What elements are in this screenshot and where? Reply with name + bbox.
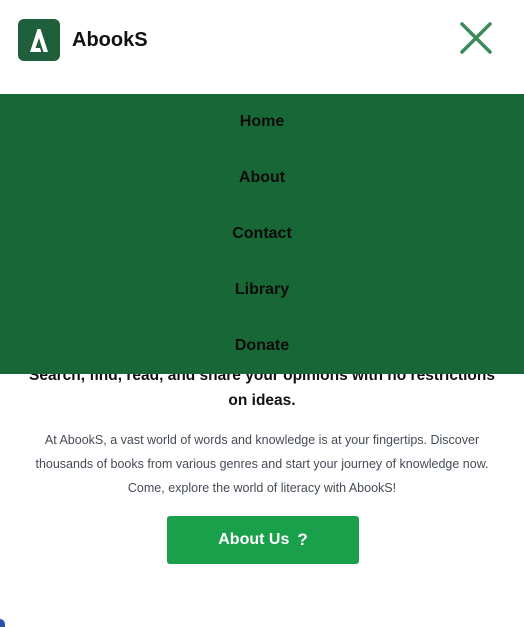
about-us-button-label: About Us: [218, 531, 290, 548]
nav-item-contact[interactable]: Contact: [0, 206, 524, 262]
hero-headline-line-2: on ideas.: [228, 392, 296, 409]
nav-item-donate[interactable]: Donate: [0, 318, 524, 374]
nav-item-home[interactable]: Home: [0, 94, 524, 150]
about-us-button[interactable]: About Us ?: [167, 516, 359, 564]
site-header: AbookS: [0, 0, 524, 94]
corner-accent: [0, 619, 5, 627]
hero-description: At AbookS, a vast world of words and kno…: [35, 433, 489, 495]
close-icon: [460, 22, 492, 54]
nav-item-library[interactable]: Library: [0, 262, 524, 318]
question-icon: ?: [297, 530, 308, 549]
mobile-nav-menu: Home About Contact Library Donate: [0, 94, 524, 374]
close-menu-button[interactable]: [458, 20, 494, 56]
logo[interactable]: [18, 19, 60, 61]
nav-item-about[interactable]: About: [0, 150, 524, 206]
brand-name[interactable]: AbookS: [72, 28, 148, 52]
abooks-logo-icon: [30, 29, 48, 52]
